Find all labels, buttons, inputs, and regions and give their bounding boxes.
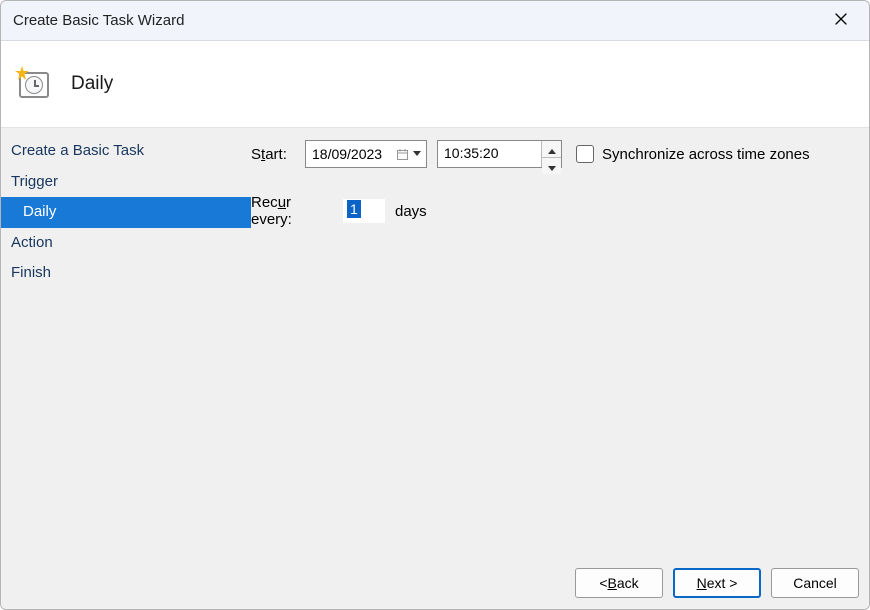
page-title: Daily xyxy=(71,73,113,95)
close-icon xyxy=(834,12,848,29)
step-label: Action xyxy=(11,234,53,251)
back-button[interactable]: < Back xyxy=(575,568,663,598)
step-label: Finish xyxy=(11,264,51,281)
cancel-button[interactable]: Cancel xyxy=(771,568,859,598)
start-date-value: 18/09/2023 xyxy=(312,146,395,162)
wizard-steps-sidebar: Create a Basic Task Trigger Daily Action… xyxy=(1,128,251,557)
calendar-icon xyxy=(395,147,409,161)
chevron-down-icon xyxy=(548,158,556,174)
time-spin-up[interactable] xyxy=(542,141,561,158)
wizard-footer: < Back Next > Cancel xyxy=(1,557,869,609)
step-daily[interactable]: Daily xyxy=(1,197,251,228)
page-header: Daily xyxy=(1,41,869,128)
sync-checkbox[interactable] xyxy=(576,145,594,163)
time-spin-buttons xyxy=(541,141,561,167)
step-label: Daily xyxy=(23,203,56,220)
recur-every-input[interactable]: 1 xyxy=(343,199,385,223)
recur-label: Recur every: xyxy=(251,194,333,228)
clock-new-icon xyxy=(17,68,51,100)
start-date-picker[interactable]: 18/09/2023 xyxy=(305,140,427,168)
titlebar: Create Basic Task Wizard xyxy=(1,1,869,41)
start-time-value: 10:35:20 xyxy=(438,141,541,167)
time-spin-down[interactable] xyxy=(542,158,561,174)
start-time-spinner[interactable]: 10:35:20 xyxy=(437,140,562,168)
window-title: Create Basic Task Wizard xyxy=(13,12,819,29)
wizard-window: Create Basic Task Wizard Daily Create a … xyxy=(0,0,870,610)
step-trigger[interactable]: Trigger xyxy=(1,167,251,198)
step-finish[interactable]: Finish xyxy=(1,258,251,289)
step-action[interactable]: Action xyxy=(1,228,251,259)
start-label: Start: xyxy=(251,146,295,163)
recur-row: Recur every: 1 days xyxy=(251,194,851,228)
start-row: Start: 18/09/2023 10:35:20 xyxy=(251,140,851,168)
sync-label: Synchronize across time zones xyxy=(602,146,810,163)
chevron-down-icon xyxy=(412,149,422,159)
step-create-basic-task[interactable]: Create a Basic Task xyxy=(1,136,251,167)
step-label: Trigger xyxy=(11,173,58,190)
wizard-content: Start: 18/09/2023 10:35:20 xyxy=(251,128,869,557)
recur-value: 1 xyxy=(347,200,361,218)
step-label: Create a Basic Task xyxy=(11,142,144,159)
close-button[interactable] xyxy=(819,6,863,36)
sync-time-zones-option[interactable]: Synchronize across time zones xyxy=(576,145,810,163)
next-button[interactable]: Next > xyxy=(673,568,761,598)
wizard-body: Create a Basic Task Trigger Daily Action… xyxy=(1,128,869,557)
recur-unit: days xyxy=(395,203,427,220)
chevron-up-icon xyxy=(548,141,556,157)
